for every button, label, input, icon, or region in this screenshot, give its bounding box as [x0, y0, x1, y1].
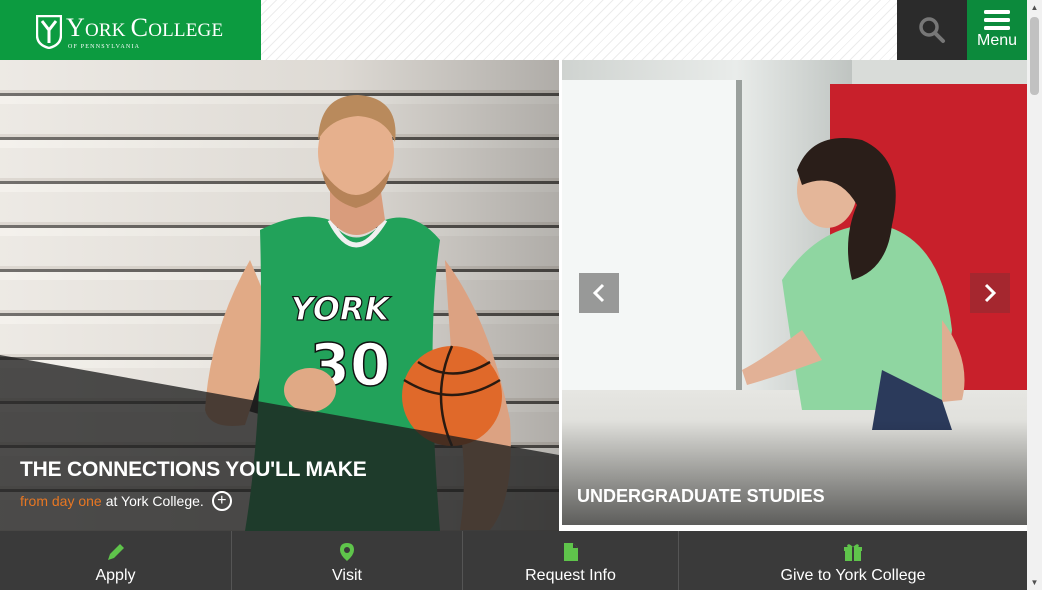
hamburger-icon [984, 10, 1010, 30]
plus-circle-icon[interactable]: + [211, 491, 232, 511]
hero-secondary-title: UNDERGRADUATE STUDIES [577, 486, 825, 506]
bottom-action-bar: Apply Visit Request Info Give to York Co… [0, 531, 1027, 590]
logo-letter-y: Y [66, 13, 85, 42]
studio-window [562, 80, 742, 410]
map-pin-icon [340, 543, 354, 561]
scroll-down-arrow-icon[interactable]: ▼ [1027, 575, 1042, 590]
nav-visit-button[interactable]: Visit [232, 531, 463, 590]
scroll-up-arrow-icon[interactable]: ▲ [1027, 0, 1042, 15]
nav-visit-label: Visit [332, 567, 362, 584]
nav-give-label: Give to York College [780, 567, 926, 584]
carousel-prev-button[interactable] [579, 273, 619, 313]
nav-request-info-label: Request Info [525, 567, 616, 584]
scrollbar-thumb[interactable] [1030, 17, 1039, 95]
logo-text-ollege: OLLEGE [148, 20, 224, 41]
hero-primary-slide[interactable]: YORK 30 THE CONNECTIONS YOU'LL MAKE from… [0, 60, 559, 531]
logo-text-ork: ORK [84, 20, 131, 41]
gift-icon [844, 544, 862, 561]
menu-label: Menu [976, 32, 1018, 49]
hero-subtitle-accent: from day one [20, 493, 102, 509]
document-icon [563, 543, 578, 561]
page: YORK COLLEGE OF PENNSYLVANIA Menu YORK 3… [0, 0, 1042, 590]
page-scrollbar[interactable]: ▲ ▼ [1027, 0, 1042, 590]
carousel-next-button[interactable] [970, 273, 1010, 313]
nav-apply-label: Apply [95, 567, 136, 584]
hero-primary-subtitle: from day one at York College. + [20, 491, 232, 511]
shield-icon [36, 15, 62, 49]
hero-primary-title: THE CONNECTIONS YOU'LL MAKE [20, 458, 367, 481]
student-drawing-image [742, 138, 965, 430]
nav-give-button[interactable]: Give to York College [679, 531, 1027, 590]
search-icon [919, 17, 945, 43]
pencil-icon [107, 544, 124, 560]
menu-button[interactable]: Menu [967, 0, 1027, 60]
search-button[interactable] [897, 0, 967, 60]
hero-secondary-slide[interactable]: UNDERGRADUATE STUDIES [562, 60, 1027, 525]
chevron-left-icon [592, 283, 605, 303]
caption-gradient [562, 420, 1027, 525]
chevron-right-icon [984, 283, 997, 303]
logo-letter-c: C [130, 13, 149, 42]
nav-request-info-button[interactable]: Request Info [463, 531, 679, 590]
hero-subtitle-text: at York College. [105, 493, 204, 509]
nav-apply-button[interactable]: Apply [0, 531, 232, 590]
logo-wordmark: YORK COLLEGE OF PENNSYLVANIA [66, 13, 224, 51]
